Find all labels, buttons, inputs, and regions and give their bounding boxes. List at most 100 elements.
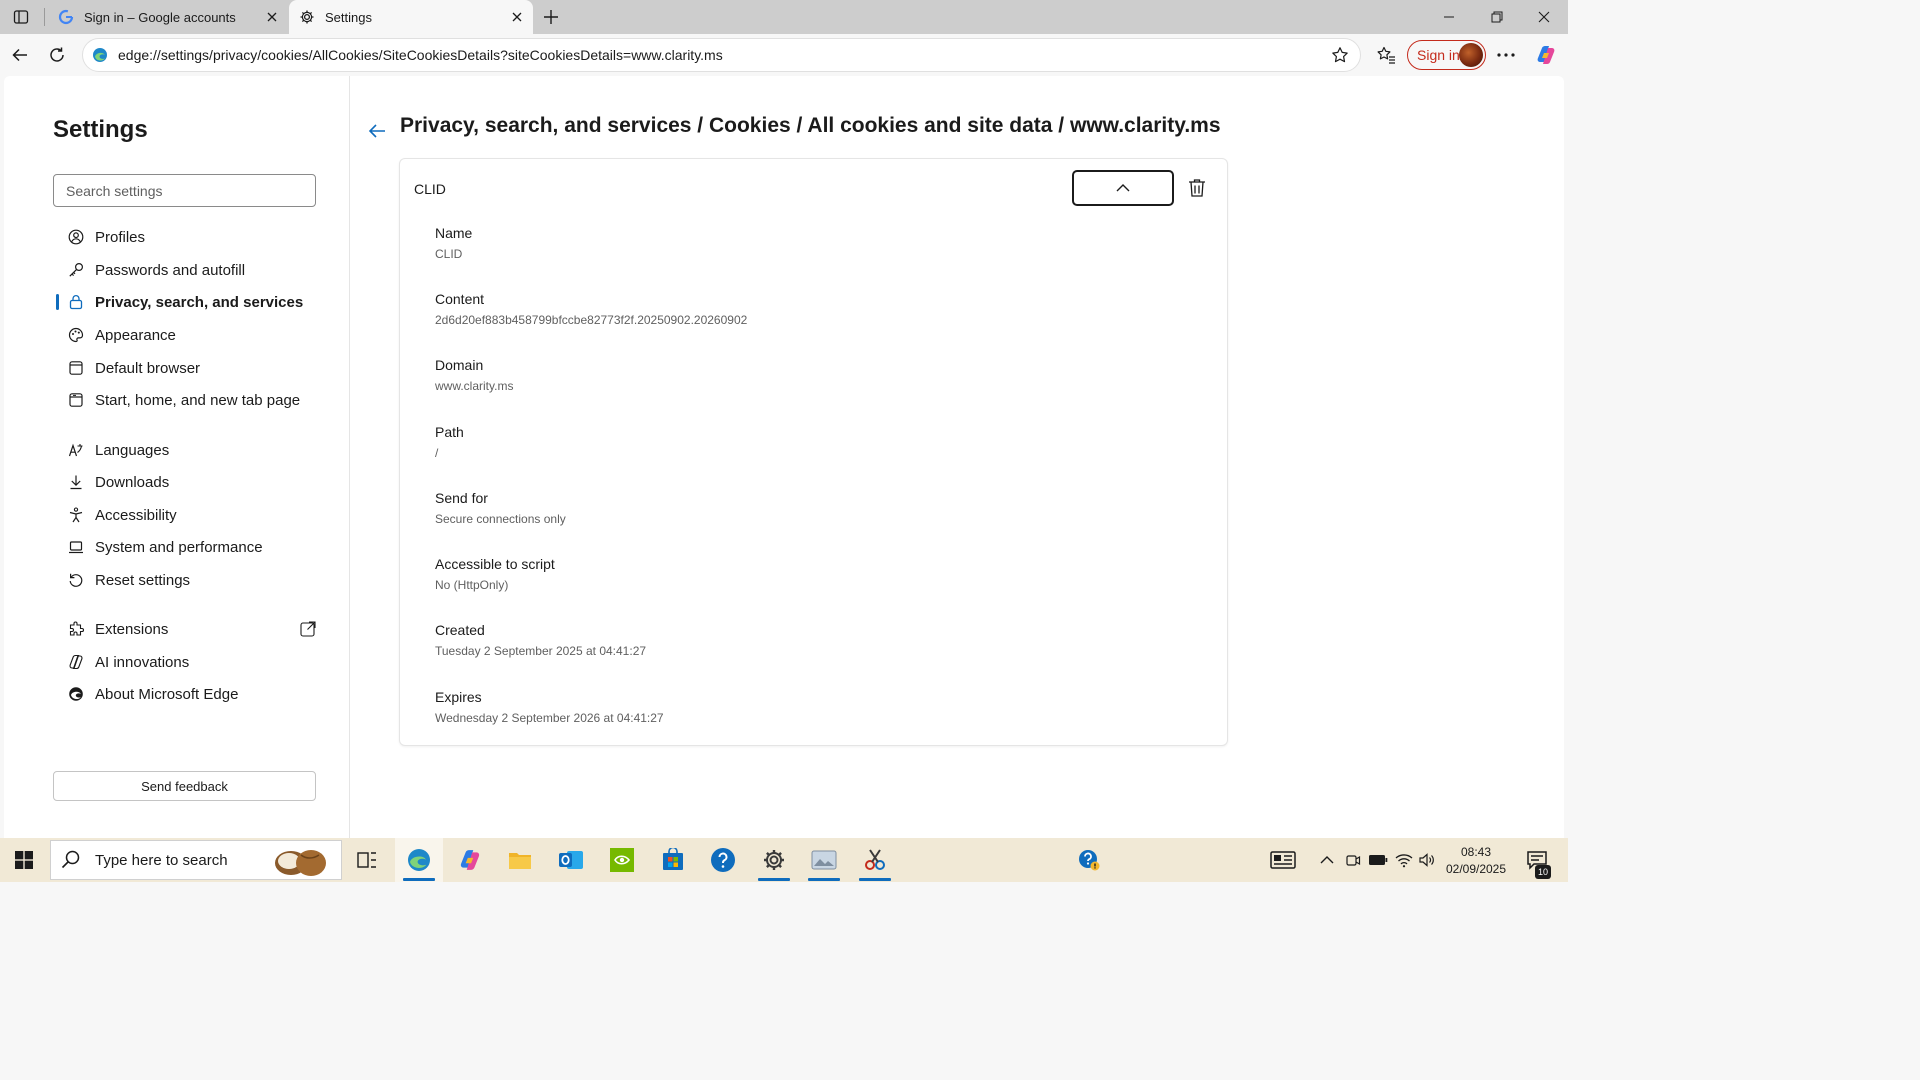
field-label: Expires — [435, 689, 482, 705]
taskbar-photos[interactable] — [800, 838, 848, 882]
field-value: No (HttpOnly) — [435, 578, 509, 592]
browser-toolbar: edge://settings/privacy/cookies/AllCooki… — [0, 34, 1568, 76]
task-view-icon — [357, 851, 377, 869]
more-menu-icon[interactable] — [1490, 39, 1522, 71]
cookie-name-header: CLID — [414, 181, 446, 197]
taskbar-copilot[interactable] — [446, 838, 494, 882]
sidebar-item-about-edge[interactable]: About Microsoft Edge — [53, 679, 323, 709]
ai-icon — [67, 653, 85, 671]
back-arrow-icon[interactable] — [366, 120, 388, 142]
taskbar-store[interactable] — [649, 838, 697, 882]
field-value: www.clarity.ms — [435, 379, 514, 393]
active-indicator — [859, 878, 891, 881]
settings-sidebar: Settings Search settings Profiles Passwo… — [4, 76, 350, 838]
collapse-button[interactable] — [1072, 170, 1174, 206]
tab-actions-icon[interactable] — [8, 4, 34, 30]
field-label: Created — [435, 622, 485, 638]
refresh-button[interactable] — [41, 39, 73, 71]
close-window-button[interactable] — [1521, 0, 1567, 34]
wifi-icon[interactable] — [1392, 838, 1416, 882]
sidebar-item-reset[interactable]: Reset settings — [53, 565, 323, 595]
task-view-button[interactable] — [343, 838, 391, 882]
close-tab-icon[interactable] — [260, 5, 284, 29]
tab-settings[interactable]: Settings — [289, 0, 533, 34]
field-label: Name — [435, 225, 473, 241]
field-value: 2d6d20ef883b458799bfccbe82773f2f.2025090… — [435, 313, 748, 327]
favorites-icon[interactable] — [1370, 39, 1402, 71]
clock[interactable]: 08:43 02/09/2025 — [1440, 844, 1512, 878]
search-icon — [61, 849, 83, 871]
sign-in-label: Sign in — [1417, 47, 1460, 63]
taskbar-get-help[interactable] — [699, 838, 747, 882]
sidebar-item-label: Extensions — [95, 620, 169, 638]
cookie-field-expires: Expires Wednesday 2 September 2026 at 04… — [435, 689, 664, 725]
taskbar-settings[interactable] — [750, 838, 798, 882]
sidebar-item-ai-innovations[interactable]: AI innovations — [53, 647, 323, 677]
cookie-field-name: Name CLID — [435, 225, 472, 261]
copilot-icon[interactable] — [1530, 39, 1562, 71]
favorite-star-icon[interactable] — [1324, 39, 1356, 71]
sidebar-item-start-home[interactable]: Start, home, and new tab page — [53, 385, 323, 415]
taskbar-search-input[interactable]: Type here to search — [50, 840, 342, 880]
laptop-icon — [67, 538, 85, 556]
folder-icon — [508, 850, 532, 870]
taskbar-outlook[interactable] — [547, 838, 595, 882]
sidebar-item-accessibility[interactable]: Accessibility — [53, 500, 323, 530]
cookie-details-card: CLID Name CLID Content 2d6d20ef883b45879… — [399, 158, 1228, 746]
chevron-up-icon — [1116, 184, 1130, 192]
tab-divider — [44, 8, 45, 26]
volume-icon[interactable] — [1416, 838, 1438, 882]
settings-title: Settings — [53, 116, 148, 143]
edge-icon — [406, 847, 432, 873]
sidebar-item-label: System and performance — [95, 538, 263, 556]
sidebar-item-label: Appearance — [95, 326, 176, 344]
new-tab-button[interactable] — [538, 4, 564, 30]
sidebar-item-label: Privacy, search, and services — [95, 293, 304, 311]
restore-button[interactable] — [1474, 0, 1520, 34]
sidebar-item-appearance[interactable]: Appearance — [53, 320, 323, 350]
meet-now-icon[interactable] — [1342, 838, 1364, 882]
taskbar-file-explorer[interactable] — [496, 838, 544, 882]
cookie-field-content: Content 2d6d20ef883b458799bfccbe82773f2f… — [435, 291, 747, 327]
sidebar-item-passwords[interactable]: Passwords and autofill — [53, 255, 323, 285]
gear-icon — [299, 9, 315, 25]
cookie-field-accessible-to-script: Accessible to script No (HttpOnly) — [435, 556, 555, 592]
show-hidden-icons-chevron-icon[interactable] — [1316, 838, 1338, 882]
battery-icon[interactable] — [1366, 838, 1390, 882]
notification-badge: 10 — [1535, 865, 1551, 879]
address-bar[interactable]: edge://settings/privacy/cookies/AllCooki… — [82, 38, 1361, 72]
sidebar-item-default-browser[interactable]: Default browser — [53, 353, 323, 383]
sidebar-item-system[interactable]: System and performance — [53, 532, 323, 562]
download-icon — [67, 473, 85, 491]
start-button[interactable] — [0, 838, 48, 882]
taskbar-snipping-tool[interactable] — [851, 838, 899, 882]
taskbar-nvidia[interactable] — [598, 838, 646, 882]
sidebar-item-downloads[interactable]: Downloads — [53, 467, 323, 497]
snipping-tool-icon — [863, 848, 887, 872]
minimize-button[interactable] — [1426, 0, 1472, 34]
sidebar-item-extensions[interactable]: Extensions — [53, 614, 323, 644]
lock-icon — [67, 293, 85, 311]
tab-google-signin[interactable]: Sign in – Google accounts — [48, 0, 288, 34]
help-tray-icon[interactable] — [1074, 838, 1104, 882]
nvidia-icon — [610, 848, 634, 872]
field-value: Wednesday 2 September 2026 at 04:41:27 — [435, 711, 664, 725]
sidebar-item-profiles[interactable]: Profiles — [53, 222, 323, 252]
palette-icon — [67, 326, 85, 344]
close-tab-icon[interactable] — [505, 5, 529, 29]
accessibility-icon — [67, 506, 85, 524]
taskbar-edge[interactable] — [395, 838, 443, 882]
sidebar-item-label: Default browser — [95, 359, 201, 377]
trash-icon — [1188, 178, 1206, 198]
field-value: / — [435, 446, 439, 460]
outlook-icon — [558, 848, 584, 872]
delete-cookie-button[interactable] — [1184, 175, 1210, 201]
news-widget-icon[interactable] — [1266, 838, 1300, 882]
back-button[interactable] — [4, 39, 36, 71]
sidebar-item-privacy[interactable]: Privacy, search, and services — [53, 287, 323, 317]
send-feedback-button[interactable]: Send feedback — [53, 771, 316, 801]
browser-icon — [67, 359, 85, 377]
sidebar-item-languages[interactable]: Languages — [53, 435, 323, 465]
sign-in-button[interactable]: Sign in — [1407, 40, 1486, 70]
search-settings-input[interactable]: Search settings — [53, 174, 316, 207]
